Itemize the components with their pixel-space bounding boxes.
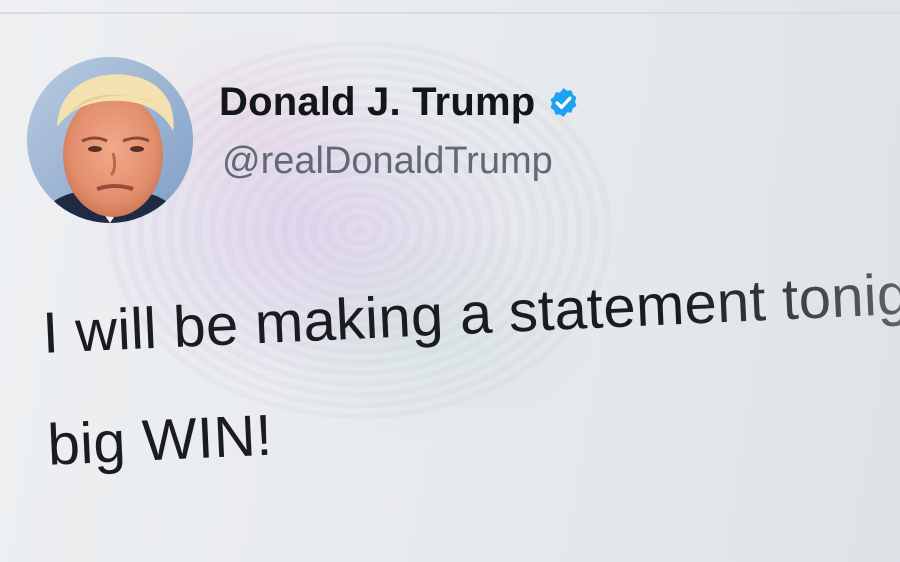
verified-badge-icon — [550, 88, 577, 117]
user-handle[interactable]: @realDonaldTrump — [222, 140, 553, 183]
profile-name-row: Donald J. Trump — [219, 80, 580, 125]
profile-avatar[interactable] — [27, 57, 193, 223]
divider — [0, 12, 900, 14]
screen-photo: Donald J. Trump @realDonaldTrump I will … — [0, 0, 900, 562]
avatar-portrait-icon — [27, 57, 193, 223]
tweet-body: I will be making a statement tonight. bi… — [40, 233, 900, 502]
display-name[interactable]: Donald J. Trump — [219, 80, 535, 125]
